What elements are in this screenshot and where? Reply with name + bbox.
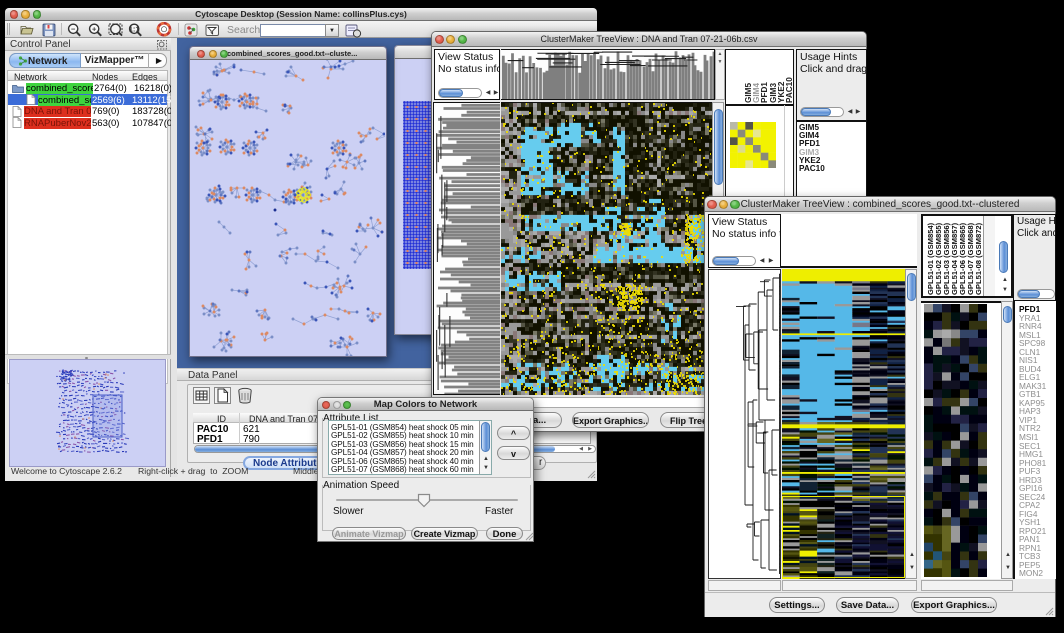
svg-text:−: − bbox=[71, 24, 76, 33]
svg-text:GPL51-08 (GSM872): GPL51-08 (GSM872) bbox=[974, 222, 983, 295]
svg-text:1:1: 1:1 bbox=[129, 24, 140, 33]
svg-text:+: + bbox=[92, 24, 97, 33]
svg-text:PAC10: PAC10 bbox=[785, 77, 794, 103]
